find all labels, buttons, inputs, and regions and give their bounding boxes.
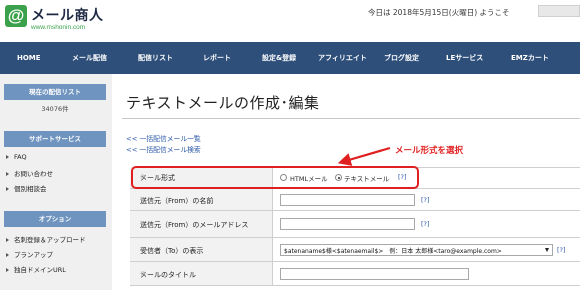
from-address-input[interactable] [280,218,415,230]
from-name-label-cell: 送信元（From）の名前 ※ [130,189,273,210]
help-to-display[interactable]: [?] [557,246,566,254]
from-address-label-text: 送信元（From）のメールアドレス [140,221,249,229]
subject-input[interactable] [280,268,469,280]
required-mark: ※ [140,196,146,204]
subject-label-text: メールのタイトル [140,271,196,279]
to-display-label-cell: 受信者（To）の表示 ※ [130,238,273,261]
help-from-address[interactable]: [?] [421,220,430,228]
to-display-selected-value: $atenaname$様<$atenaemail$> 例：日本 太郎様<taro… [284,248,502,255]
chevron-down-icon [545,248,549,252]
subject-label-cell: メールのタイトル ※ [130,262,273,285]
required-mark: ※ [140,246,146,254]
from-name-input[interactable] [280,194,415,206]
from-name-label-text: 送信元（From）の名前 [140,197,214,205]
required-mark: ※ [140,270,146,278]
help-from-name[interactable]: [?] [421,196,430,204]
mail-format-highlight [131,166,419,189]
to-display-label-text: 受信者（To）の表示 [140,247,204,255]
to-display-select[interactable]: $atenaname$様<$atenaemail$> 例：日本 太郎様<taro… [280,244,553,256]
from-address-label-cell: 送信元（From）のメールアドレス ※ [130,211,273,237]
required-mark: ※ [140,220,146,228]
